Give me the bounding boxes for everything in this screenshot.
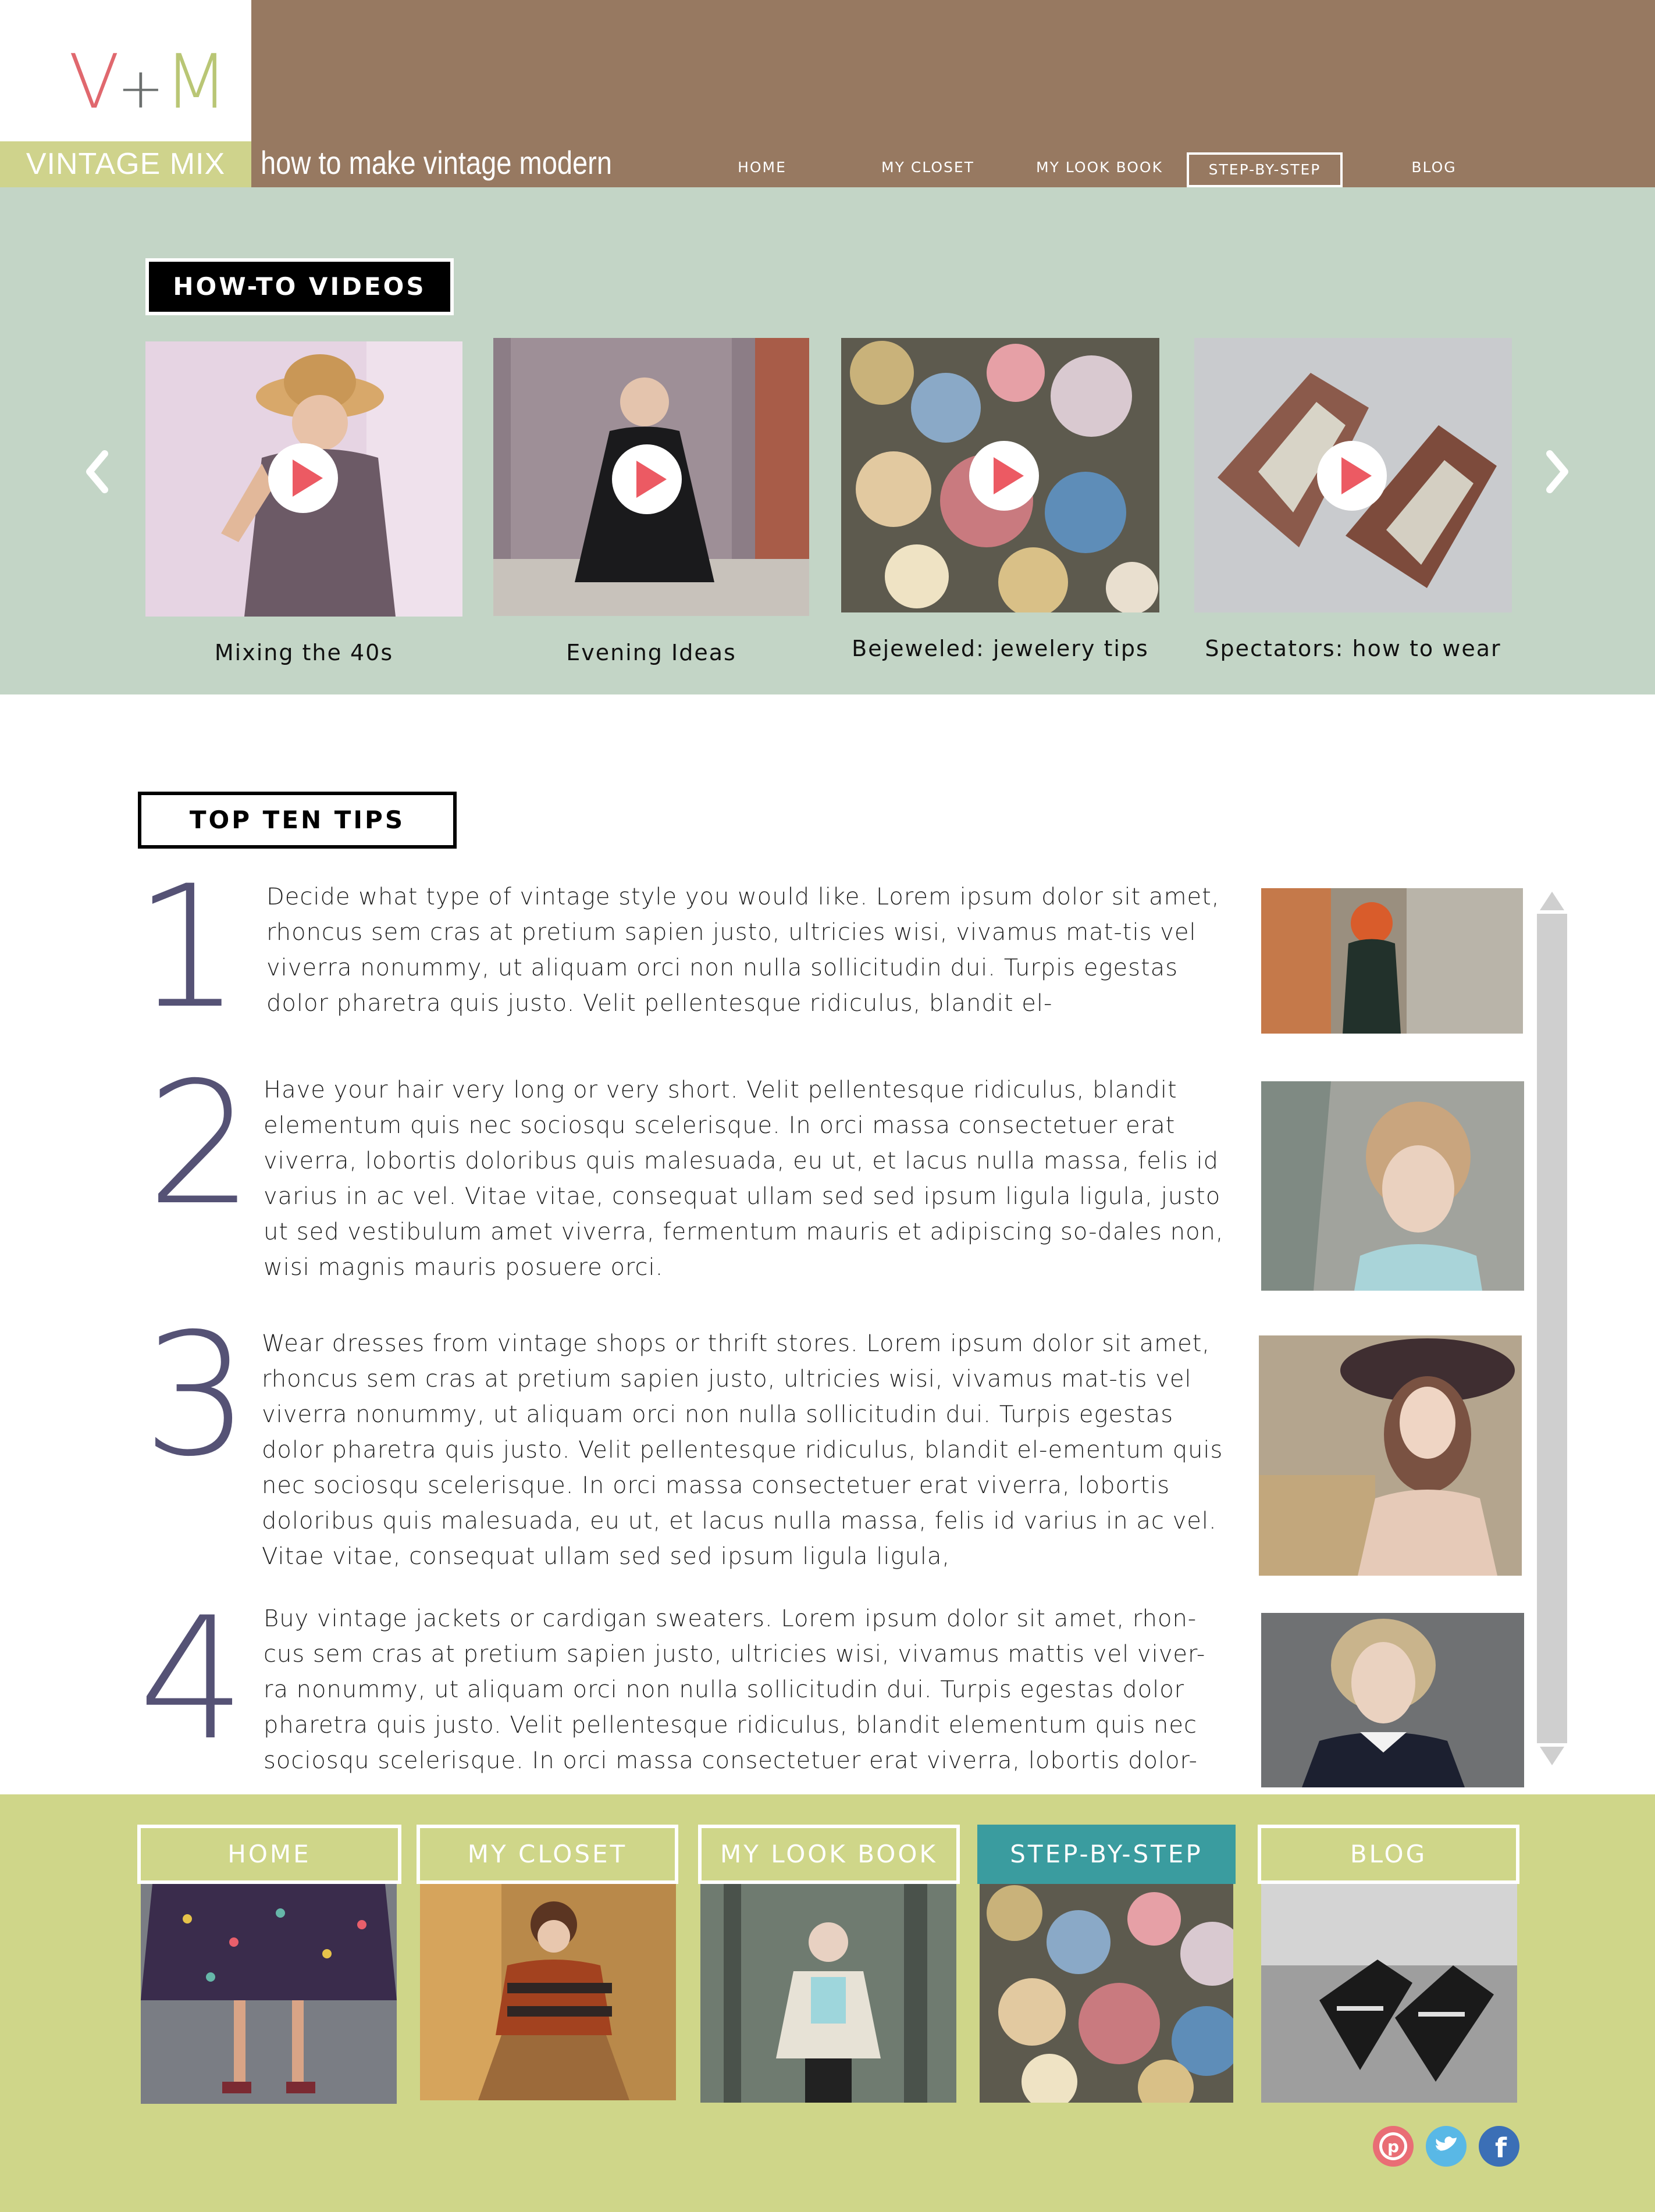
twitter-button[interactable] xyxy=(1425,2125,1468,2168)
brand-name: VINTAGE MIX xyxy=(0,141,251,187)
play-icon xyxy=(268,443,338,513)
tip-image xyxy=(1261,1613,1524,1787)
scroll-down-button[interactable] xyxy=(1537,1743,1567,1769)
how-to-videos-heading: HOW-TO VIDEOS xyxy=(145,258,454,315)
video-caption[interactable]: Spectators: how to wear xyxy=(1188,628,1518,669)
scroll-up-button[interactable] xyxy=(1537,888,1567,914)
play-icon xyxy=(612,444,682,514)
tip-number: 4 xyxy=(138,1581,246,1778)
video-caption[interactable]: Bejeweled: jewelery tips xyxy=(835,628,1165,669)
chevron-left-icon xyxy=(86,450,108,493)
twitter-icon xyxy=(1426,2126,1467,2167)
nav-home[interactable]: HOME xyxy=(716,152,809,187)
logo[interactable]: V+M xyxy=(0,0,251,141)
facebook-icon: f xyxy=(1479,2126,1519,2167)
tip-text: Wear dresses from vintage shops or thrif… xyxy=(262,1330,1223,1570)
footer-tab-my-look-book[interactable]: MY LOOK BOOK xyxy=(698,1825,960,1884)
nav-blog[interactable]: BLOG xyxy=(1384,152,1483,187)
carousel-prev-button[interactable] xyxy=(77,446,118,498)
pinterest-button[interactable]: p xyxy=(1372,2125,1415,2168)
video-caption[interactable]: Mixing the 40s xyxy=(145,632,462,673)
tip-text: Decide what type of vintage style you wo… xyxy=(266,884,1220,1017)
svg-text:p: p xyxy=(1387,2137,1399,2156)
tip-number: 2 xyxy=(147,1046,254,1242)
footer-image-blog[interactable] xyxy=(1261,1884,1517,2103)
play-icon xyxy=(969,441,1039,511)
footer-tab-my-closet[interactable]: MY CLOSET xyxy=(417,1825,678,1884)
tip-number: 1 xyxy=(134,850,241,1046)
footer-tab-step-by-step[interactable]: STEP-BY-STEP xyxy=(977,1825,1236,1884)
video-play-button[interactable] xyxy=(968,440,1040,512)
nav-step-by-step[interactable]: STEP-BY-STEP xyxy=(1187,152,1343,187)
video-play-button[interactable] xyxy=(1316,440,1388,512)
video-play-button[interactable] xyxy=(267,442,339,514)
top-ten-tips-heading: TOP TEN TIPS xyxy=(138,792,457,849)
footer-tab-home[interactable]: HOME xyxy=(137,1825,401,1884)
video-play-button[interactable] xyxy=(611,443,683,515)
footer-image-my-closet[interactable] xyxy=(420,1884,676,2100)
tip-text: Buy vintage jackets or cardigan sweaters… xyxy=(264,1605,1206,1774)
footer-image-step-by-step[interactable] xyxy=(980,1884,1233,2103)
nav-my-look-book[interactable]: MY LOOK BOOK xyxy=(1024,152,1175,187)
video-caption[interactable]: Evening Ideas xyxy=(493,632,809,673)
nav-my-closet[interactable]: MY CLOSET xyxy=(867,152,989,187)
tip-image xyxy=(1261,888,1523,1034)
tip-image xyxy=(1261,1081,1524,1291)
play-icon xyxy=(1317,441,1387,511)
triangle-up-icon xyxy=(1537,888,1567,914)
triangle-down-icon xyxy=(1537,1743,1567,1769)
footer-tab-blog[interactable]: BLOG xyxy=(1258,1825,1519,1884)
tip-number: 3 xyxy=(143,1298,250,1494)
pinterest-icon: p xyxy=(1373,2126,1414,2167)
tip-image xyxy=(1259,1335,1522,1576)
facebook-button[interactable]: f xyxy=(1478,2125,1521,2168)
tip-text: Have your hair very long or very short. … xyxy=(264,1077,1224,1281)
svg-text:f: f xyxy=(1495,2132,1507,2164)
footer-image-home[interactable] xyxy=(141,1884,397,2104)
footer-image-my-look-book[interactable] xyxy=(700,1884,956,2103)
chevron-right-icon xyxy=(1546,450,1568,493)
tagline: how to make vintage modern xyxy=(261,144,613,181)
logo-mark: V+M xyxy=(69,39,228,126)
carousel-next-button[interactable] xyxy=(1537,446,1578,498)
tips-scrollbar[interactable] xyxy=(1537,888,1567,1769)
